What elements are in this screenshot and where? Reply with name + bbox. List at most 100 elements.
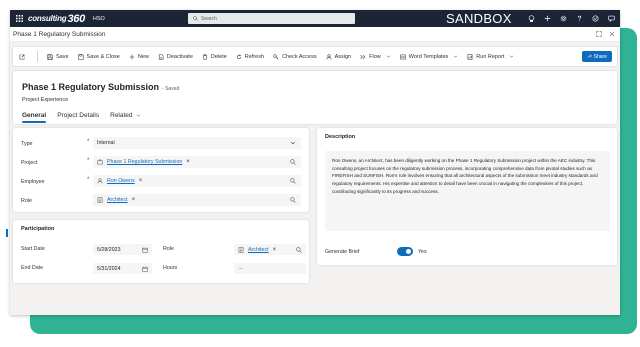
employee-field-row: Employee * Ron Owens × <box>13 175 309 189</box>
expand-button[interactable] <box>594 29 604 39</box>
description-title: Description <box>325 134 356 140</box>
search-icon[interactable] <box>290 159 296 165</box>
tab-project-details[interactable]: Project Details <box>57 107 99 124</box>
type-value: Internal <box>97 140 115 146</box>
search-icon[interactable] <box>296 246 302 253</box>
hours-input[interactable]: --- <box>234 263 306 274</box>
refresh-button[interactable]: Refresh <box>236 47 264 66</box>
close-button[interactable] <box>607 29 617 39</box>
save-and-close-button[interactable]: Save & Close <box>77 47 120 66</box>
share-label: Share <box>593 53 607 60</box>
tab-related[interactable]: Related <box>110 107 140 124</box>
word-template-icon <box>400 54 406 59</box>
start-date-value: 5/28/2023 <box>97 246 121 253</box>
generate-brief-label: Generate Brief <box>325 249 360 255</box>
deactivate-icon <box>158 53 164 60</box>
report-icon <box>467 53 473 60</box>
generate-brief-toggle[interactable] <box>397 247 413 256</box>
role-field-row: Role Architect × <box>13 194 309 208</box>
project-entity-icon <box>97 159 103 165</box>
chat-icon[interactable] <box>607 15 615 23</box>
remove-employee-icon[interactable]: × <box>139 178 143 184</box>
plus-icon[interactable] <box>543 15 551 23</box>
dialog-title: Phase 1 Regulatory Submission <box>13 30 106 38</box>
flow-label: Flow <box>369 53 381 60</box>
top-bar: consulting 360 HSO Search SANDBOX <box>10 10 620 27</box>
word-templates-button[interactable]: Word Templates <box>400 47 459 66</box>
role-entity-icon <box>238 246 244 253</box>
search-input[interactable]: Search <box>188 13 355 24</box>
save-button[interactable]: Save <box>47 47 69 66</box>
command-bar: Save Save & Close New Deactivate Delete … <box>13 47 617 66</box>
participation-section: Participation Start Date 5/28/2023 End D… <box>13 220 309 283</box>
open-in-new-window-icon <box>19 54 25 59</box>
remove-project-icon[interactable]: × <box>186 159 190 165</box>
share-button[interactable]: Share <box>581 51 612 62</box>
project-link[interactable]: Phase 1 Regulatory Submission <box>107 159 182 165</box>
open-in-new-window-button[interactable] <box>19 47 28 66</box>
check-access-button[interactable]: Check Access <box>273 47 317 66</box>
lightbulb-icon[interactable] <box>527 15 535 23</box>
required-marker: * <box>87 177 90 183</box>
chevron-down-icon <box>454 55 458 58</box>
record-entity-type: Project Experience <box>22 97 69 103</box>
person-icon <box>97 178 103 184</box>
record-header: Phase 1 Regulatory Submission - Saved Pro… <box>13 71 617 124</box>
delete-button[interactable]: Delete <box>202 47 227 66</box>
search-icon[interactable] <box>290 197 296 203</box>
calendar-icon[interactable] <box>142 247 148 253</box>
app-launcher-icon[interactable] <box>12 10 26 27</box>
app-name: HSO <box>92 15 105 22</box>
generate-brief-value: Yes <box>418 249 427 255</box>
person-icon <box>326 53 331 59</box>
employee-lookup[interactable]: Ron Owens × <box>93 175 301 187</box>
description-textarea[interactable]: Ron Owens, an Architect, has been dilige… <box>325 151 610 231</box>
end-date-label: End Date <box>21 265 44 271</box>
deactivate-label: Deactivate <box>166 53 193 60</box>
search-icon <box>193 16 198 21</box>
save-and-close-label: Save & Close <box>86 53 120 60</box>
project-lookup[interactable]: Phase 1 Regulatory Submission × <box>93 156 301 168</box>
brand-logo-number: 360 <box>67 12 85 25</box>
assign-button[interactable]: Assign <box>326 47 351 66</box>
participation-role-lookup[interactable]: Architect × <box>234 244 306 255</box>
search-icon[interactable] <box>290 178 296 184</box>
help-icon[interactable] <box>575 15 583 23</box>
save-and-close-icon <box>77 53 84 60</box>
description-section: Description Ron Owens, an Architect, has… <box>317 128 617 265</box>
tab-general[interactable]: General <box>22 107 47 124</box>
role-link[interactable]: Architect <box>107 197 128 203</box>
record-title: Phase 1 Regulatory Submission - Saved <box>22 82 179 92</box>
role-entity-icon <box>97 197 103 203</box>
command-separator <box>37 51 38 62</box>
stage: consulting 360 HSO Search SANDBOX Phase … <box>0 0 640 347</box>
search-placeholder: Search <box>201 15 217 22</box>
participation-role-label: Role <box>163 246 174 252</box>
participation-role-link[interactable]: Architect <box>248 247 269 253</box>
employee-link[interactable]: Ron Owens <box>107 178 135 184</box>
refresh-icon <box>236 53 241 59</box>
required-marker: * <box>87 158 90 164</box>
dialog-header: Phase 1 Regulatory Submission <box>10 27 620 42</box>
end-date-input[interactable]: 5/31/2024 <box>93 263 152 274</box>
remove-participation-role-icon[interactable]: × <box>273 247 277 253</box>
close-icon <box>609 31 615 37</box>
calendar-icon[interactable] <box>142 266 148 272</box>
type-select[interactable]: Internal <box>93 137 301 149</box>
role-label: Role <box>21 198 32 204</box>
hours-label: Hours <box>163 265 178 271</box>
flow-button[interactable]: Flow <box>360 47 391 66</box>
role-lookup[interactable]: Architect × <box>93 194 301 206</box>
environment-label: SANDBOX <box>446 11 512 26</box>
new-button[interactable]: New <box>129 47 149 66</box>
run-report-button[interactable]: Run Report <box>467 47 514 66</box>
brand-logo: consulting <box>28 14 67 23</box>
record-title-text: Phase 1 Regulatory Submission <box>22 82 160 92</box>
chevron-down-icon <box>510 55 514 58</box>
type-label: Type <box>21 141 33 147</box>
deactivate-button[interactable]: Deactivate <box>158 47 193 66</box>
remove-role-icon[interactable]: × <box>132 197 136 203</box>
gear-icon[interactable] <box>559 15 567 23</box>
assistant-icon[interactable] <box>591 15 599 23</box>
start-date-input[interactable]: 5/28/2023 <box>93 244 152 255</box>
